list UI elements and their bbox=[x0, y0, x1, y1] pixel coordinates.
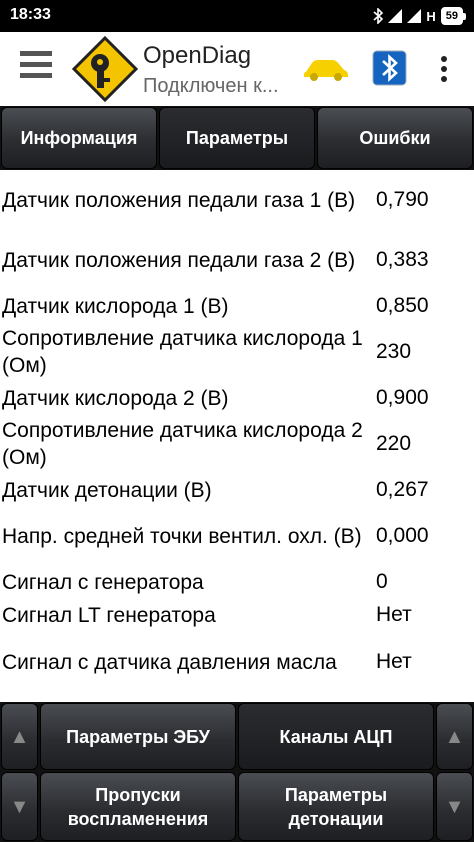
param-value: 0 bbox=[376, 570, 388, 593]
param-value: 0,900 bbox=[376, 386, 429, 409]
scroll-up-button[interactable]: ▲ bbox=[1, 703, 38, 770]
overflow-menu-icon[interactable] bbox=[436, 56, 452, 86]
param-value: 0,383 bbox=[376, 248, 429, 271]
param-name: Датчик кислорода 1 (В) bbox=[2, 294, 229, 318]
param-value: 0,000 bbox=[376, 524, 429, 547]
param-name: Сопротивление датчика кислорода 1 (Ом) bbox=[2, 327, 363, 377]
scroll-up-button-right[interactable]: ▲ bbox=[436, 703, 473, 770]
adc-channels-button[interactable]: Каналы АЦП bbox=[238, 703, 434, 770]
param-value: 0,850 bbox=[376, 294, 429, 317]
parameter-list: Датчик положения педали газа 1 (В) 0,790… bbox=[0, 170, 474, 702]
list-item: Датчик положения педали газа 2 (В) 0,383 bbox=[0, 230, 474, 290]
list-item: Датчик кислорода 1 (В) 0,850 bbox=[0, 290, 474, 322]
scroll-down-button-right[interactable]: ▼ bbox=[436, 772, 473, 841]
car-icon[interactable] bbox=[302, 56, 350, 82]
list-item: Датчик положения педали газа 1 (В) 0,790 bbox=[0, 170, 474, 230]
tab-information[interactable]: Информация bbox=[1, 107, 157, 169]
param-value: 230 bbox=[376, 340, 412, 363]
tab-errors[interactable]: Ошибки bbox=[317, 107, 473, 169]
opendiag-logo bbox=[72, 36, 138, 102]
hamburger-menu-icon[interactable] bbox=[20, 51, 54, 87]
misfires-button[interactable]: Пропуски воспламенения bbox=[40, 772, 236, 841]
param-value: 0,267 bbox=[376, 478, 429, 501]
list-item: Сигнал с генератора 0 bbox=[0, 566, 474, 598]
list-item: Напр. средней точки вентил. охл. (В) 0,0… bbox=[0, 506, 474, 566]
list-item: Датчик кислорода 2 (В) 0,900 bbox=[0, 382, 474, 414]
status-icons: H 59 bbox=[373, 5, 466, 27]
scroll-down-button[interactable]: ▼ bbox=[1, 772, 38, 841]
app-title: OpenDiag bbox=[143, 42, 252, 69]
param-value: 220 bbox=[376, 432, 412, 455]
param-name: Сопротивление датчика кислорода 2 (Ом) bbox=[2, 419, 363, 469]
bluetooth-icon[interactable] bbox=[372, 50, 407, 86]
detonation-params-button[interactable]: Параметры детонации bbox=[238, 772, 434, 841]
battery-icon: 59 bbox=[440, 7, 466, 25]
param-value: 0,790 bbox=[376, 188, 429, 211]
signal-icon-2 bbox=[407, 9, 422, 23]
param-value: Нет bbox=[376, 650, 412, 673]
param-name: Напр. средней точки вентил. охл. (В) bbox=[2, 524, 362, 548]
signal-icon bbox=[388, 9, 403, 23]
list-item: Сигнал с датчика давления масла Нет bbox=[0, 632, 474, 692]
connection-status: Подключен к... bbox=[143, 75, 279, 97]
arrow-up-icon: ▲ bbox=[9, 725, 30, 748]
battery-level: 59 bbox=[440, 7, 463, 25]
list-item: Сопротивление датчика кислорода 2 (Ом) 2… bbox=[0, 414, 474, 474]
ecu-params-button[interactable]: Параметры ЭБУ bbox=[40, 703, 236, 770]
tab-parameters[interactable]: Параметры bbox=[159, 107, 315, 169]
param-name: Датчик детонации (В) bbox=[2, 478, 212, 502]
status-bar: 18:33 H 59 bbox=[0, 0, 474, 32]
param-name: Датчик положения педали газа 2 (В) bbox=[2, 248, 356, 272]
bottom-navigation: ▲ Параметры ЭБУ Каналы АЦП ▲ ▼ Пропуски … bbox=[0, 702, 474, 842]
arrow-up-icon: ▲ bbox=[444, 725, 465, 748]
main-tabs: Информация Параметры Ошибки bbox=[0, 106, 474, 170]
param-name: Датчик кислорода 2 (В) bbox=[2, 386, 229, 410]
param-name: Датчик положения педали газа 1 (В) bbox=[2, 188, 356, 212]
param-name: Сигнал LT генератора bbox=[2, 603, 216, 627]
param-name: Сигнал с датчика давления масла bbox=[2, 650, 337, 674]
arrow-down-icon: ▼ bbox=[9, 795, 30, 818]
param-value: Нет bbox=[376, 603, 412, 626]
app-bar: OpenDiag Подключен к... bbox=[0, 32, 474, 106]
status-time: 18:33 bbox=[10, 6, 51, 23]
param-name: Сигнал с генератора bbox=[2, 570, 204, 594]
list-item: Сопротивление датчика кислорода 1 (Ом) 2… bbox=[0, 322, 474, 382]
network-type: H bbox=[426, 8, 436, 24]
bluetooth-status-icon bbox=[373, 8, 384, 24]
list-item: Сигнал LT генератора Нет bbox=[0, 598, 474, 632]
list-item: Датчик детонации (В) 0,267 bbox=[0, 474, 474, 506]
arrow-down-icon: ▼ bbox=[444, 795, 465, 818]
